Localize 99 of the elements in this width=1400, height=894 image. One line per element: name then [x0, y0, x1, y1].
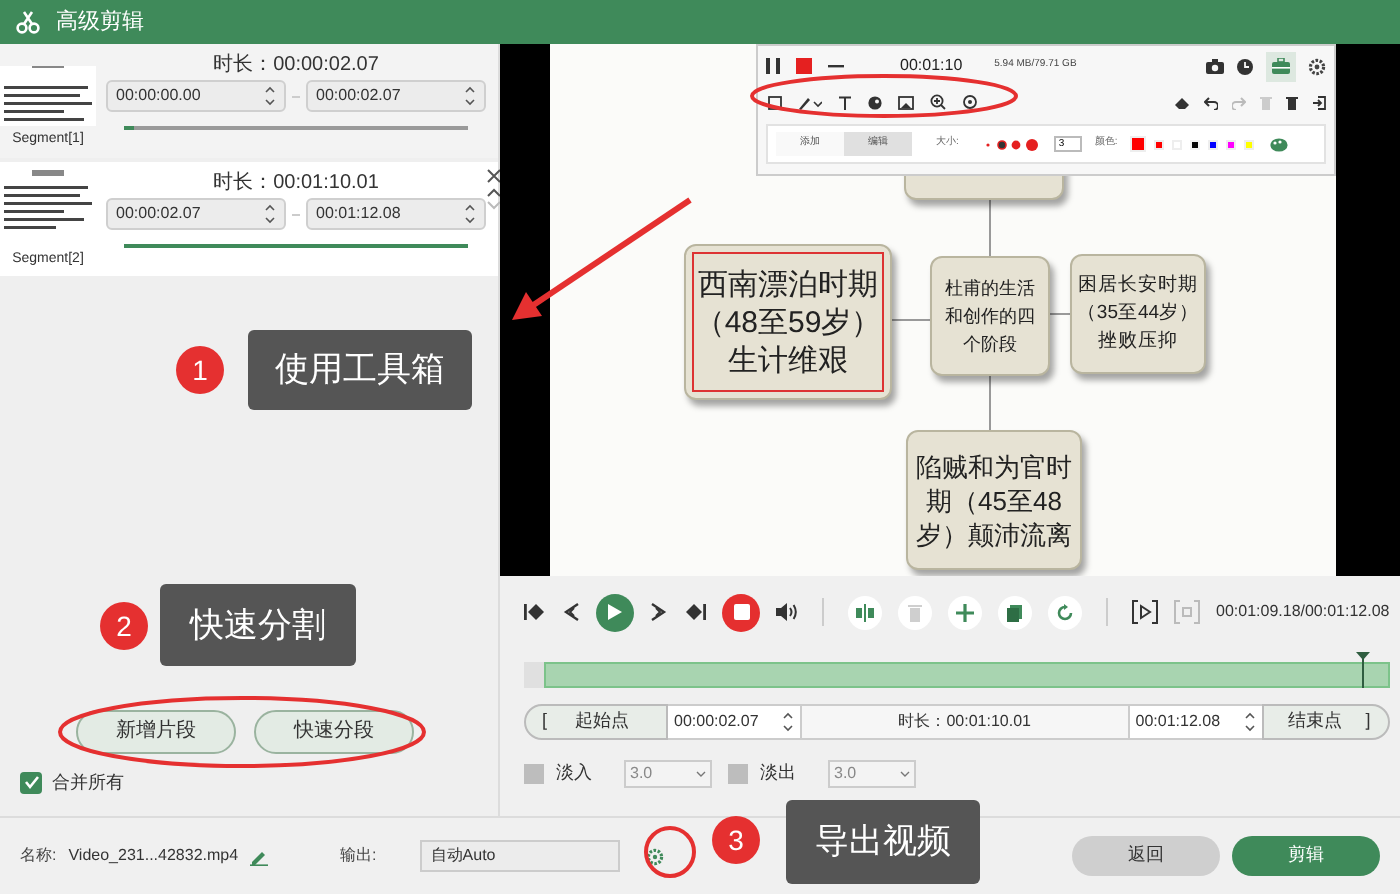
- time-field[interactable]: 00:00:02.07: [306, 80, 486, 112]
- highlight-circle: [644, 826, 696, 878]
- spinner-arrows-icon: [1243, 710, 1256, 734]
- edit-icon[interactable]: [250, 847, 269, 865]
- target-icon[interactable]: [962, 94, 978, 110]
- play-icon: [608, 604, 622, 620]
- node-label: 杜甫的生活和创作的四个阶段: [943, 276, 1037, 358]
- window-title: 高级剪辑: [56, 7, 144, 38]
- color-swatch[interactable]: [1243, 139, 1254, 149]
- undo-icon[interactable]: [1204, 95, 1218, 109]
- caret-icon: [696, 770, 706, 778]
- skip-to-end-icon[interactable]: [684, 602, 706, 622]
- filled-circle-icon[interactable]: [868, 95, 882, 109]
- trash-icon[interactable]: [1286, 95, 1298, 109]
- time-field[interactable]: 00:00:00.00: [106, 80, 286, 112]
- split-button[interactable]: [848, 595, 882, 629]
- output-label: 输出:: [340, 844, 377, 868]
- reset-button[interactable]: [1048, 595, 1082, 629]
- spinner-arrows-icon: [464, 202, 476, 226]
- copy-icon: [1006, 603, 1024, 621]
- scissors-icon: [16, 10, 40, 34]
- skip-to-start-icon[interactable]: [524, 602, 546, 622]
- duration-text: 时长：00:00:02.07: [213, 51, 379, 80]
- image-icon[interactable]: [898, 95, 914, 109]
- pen-icon[interactable]: [798, 95, 822, 109]
- node-label: 西南漂泊时期（48至59岁）生计维艰: [694, 265, 882, 379]
- toolbox-button[interactable]: [1266, 51, 1296, 81]
- node-label: 困居长安时期（35至44岁）挫败压抑: [1074, 272, 1202, 356]
- previous-frame-icon[interactable]: [562, 602, 580, 622]
- brush-sizes-icon[interactable]: [986, 137, 1043, 151]
- connector-line: [889, 319, 931, 321]
- clock-icon[interactable]: [1236, 57, 1254, 75]
- chevron-down-icon[interactable]: [486, 200, 502, 212]
- checkbox[interactable]: [728, 764, 748, 784]
- end-point-button[interactable]: 结束点 ]: [1261, 704, 1390, 740]
- play-button[interactable]: [596, 593, 634, 631]
- toolbox-icon: [1272, 58, 1290, 74]
- stop-button[interactable]: [722, 593, 760, 631]
- connector-line: [989, 375, 991, 431]
- next-frame-icon[interactable]: [650, 602, 668, 622]
- chevron-up-icon[interactable]: [486, 186, 502, 198]
- spinner-arrows-icon: [782, 710, 794, 734]
- duration-text: 时长：00:01:10.01: [213, 169, 379, 198]
- node-label: 陷贼和为官时期（45至48岁）颠沛流离: [914, 449, 1074, 551]
- caret-icon: [900, 770, 910, 778]
- color-swatch[interactable]: [1153, 139, 1164, 149]
- start-point-button[interactable]: [ 起始点: [524, 704, 668, 740]
- rectangle-icon[interactable]: [768, 95, 782, 109]
- copy-button[interactable]: [998, 595, 1032, 629]
- volume-icon[interactable]: [776, 602, 798, 622]
- color-swatch[interactable]: [1189, 139, 1200, 149]
- checkbox[interactable]: [20, 771, 42, 794]
- settings-icon[interactable]: [1308, 57, 1326, 75]
- name-label: 名称:: [20, 844, 57, 868]
- recording-time: 00:01:10: [900, 54, 963, 78]
- palette-icon[interactable]: [1269, 137, 1288, 151]
- camera-icon[interactable]: [1206, 58, 1224, 74]
- close-icon[interactable]: [486, 168, 502, 184]
- play-selection-icon[interactable]: [1132, 600, 1158, 624]
- spinner-arrows-icon: [264, 84, 276, 108]
- checkbox-label: 淡入: [556, 760, 594, 787]
- time-field[interactable]: 00:00:02.07: [668, 704, 800, 740]
- settings-icon[interactable]: [646, 847, 665, 865]
- text-icon[interactable]: [838, 95, 852, 109]
- color-swatch[interactable]: [1207, 139, 1218, 149]
- file-name: Video_231...42832.mp4: [68, 844, 239, 868]
- color-swatch[interactable]: [1129, 136, 1146, 152]
- spinner-arrows-icon: [264, 202, 276, 226]
- connector-line: [989, 199, 991, 257]
- pause-icon[interactable]: [766, 58, 780, 74]
- split-icon: [856, 603, 874, 621]
- playhead[interactable]: [1356, 652, 1371, 688]
- callout-label: 使用工具箱: [248, 330, 472, 410]
- exit-icon[interactable]: [1312, 95, 1326, 109]
- checkbox-label: 合并所有: [52, 769, 124, 795]
- connector-line: [1049, 313, 1071, 315]
- checkbox-label: 淡出: [760, 760, 798, 787]
- reset-icon: [1056, 603, 1074, 621]
- callout-label: 导出视频: [786, 800, 980, 884]
- color-swatch[interactable]: [1225, 139, 1236, 149]
- output-format-field[interactable]: 自动Auto: [420, 840, 621, 872]
- add-button[interactable]: [948, 595, 982, 629]
- playback-time: 00:01:09.18/00:01:12.08: [1216, 600, 1390, 624]
- time-field[interactable]: 00:01:12.08: [1129, 704, 1262, 740]
- segment-button[interactable]: 快速分段: [254, 709, 414, 753]
- stop-icon: [733, 604, 749, 620]
- action-button[interactable]: 返回: [1072, 836, 1220, 876]
- trash-icon: [906, 603, 924, 621]
- callout-label: 快速分割: [160, 584, 356, 666]
- checkbox[interactable]: [524, 764, 544, 784]
- action-button[interactable]: 剪辑: [1232, 836, 1380, 876]
- segment-button[interactable]: 新增片段: [76, 709, 236, 753]
- time-field[interactable]: 00:00:02.07: [106, 198, 286, 230]
- zoom-in-icon[interactable]: [930, 94, 946, 110]
- time-field[interactable]: 00:01:12.08: [306, 198, 486, 230]
- spinner-arrows-icon: [464, 84, 476, 108]
- eraser-icon[interactable]: [1174, 95, 1190, 109]
- plus-icon: [956, 603, 974, 621]
- duration-text: 时长：00:01:10.01: [800, 704, 1130, 740]
